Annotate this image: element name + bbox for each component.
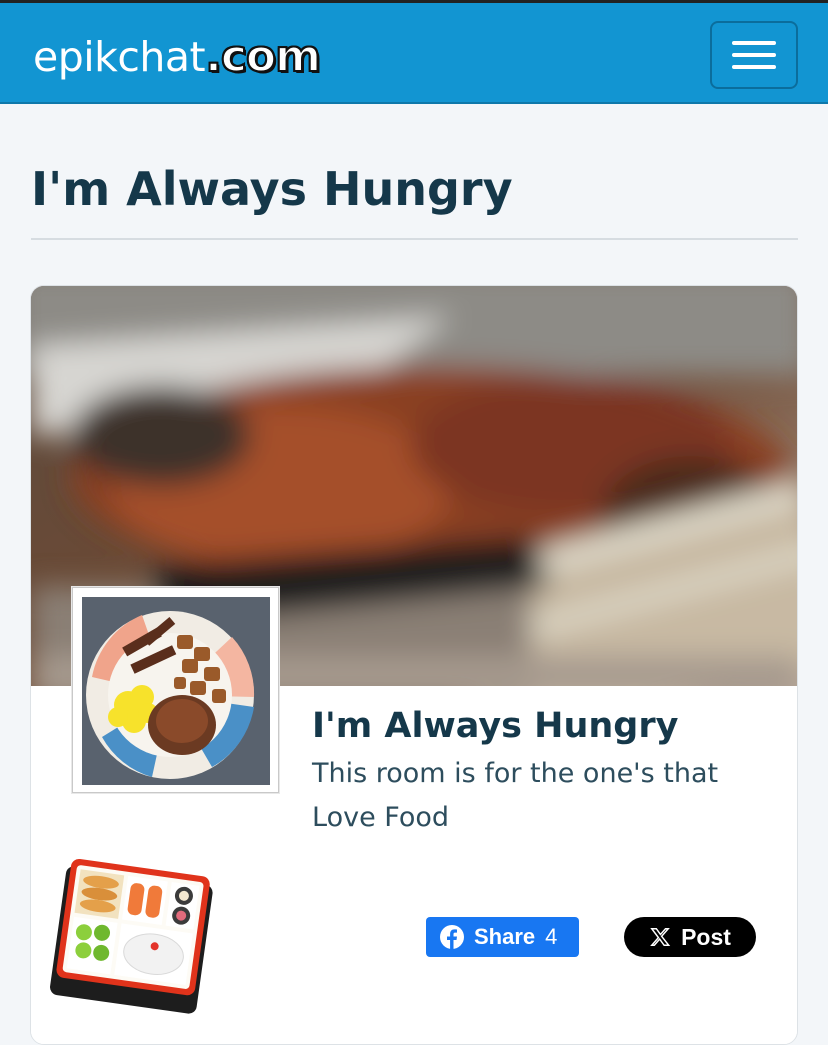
facebook-share-label: Share — [474, 924, 536, 949]
menu-bar — [732, 65, 776, 69]
menu-bar — [732, 41, 776, 45]
menu-bar — [732, 53, 776, 57]
facebook-share-count: 4 — [545, 924, 558, 949]
plate-of-breakfast-photo — [82, 597, 270, 785]
avatar-photo — [82, 597, 270, 785]
title-divider — [31, 238, 798, 240]
page-title: I'm Always Hungry — [31, 162, 513, 216]
brand-tld: .com — [204, 30, 322, 83]
brand-name: epikchat — [33, 33, 206, 81]
room-avatar[interactable] — [72, 587, 279, 793]
top-navbar: epikchat .com — [0, 0, 828, 104]
room-description: This room is for the one's that Love Foo… — [312, 758, 719, 833]
facebook-icon — [440, 925, 464, 949]
facebook-share-button[interactable]: Share 4 — [426, 917, 579, 957]
hamburger-menu-icon[interactable] — [710, 21, 798, 89]
x-logo-icon — [650, 928, 671, 946]
x-post-label: Post — [681, 923, 731, 950]
bento-drawing — [50, 858, 213, 1014]
room-name: I'm Always Hungry — [312, 706, 679, 746]
brand-logo[interactable]: epikchat .com — [33, 30, 322, 83]
x-post-button[interactable]: Post — [624, 917, 756, 957]
bento-box-icon — [50, 853, 215, 1018]
